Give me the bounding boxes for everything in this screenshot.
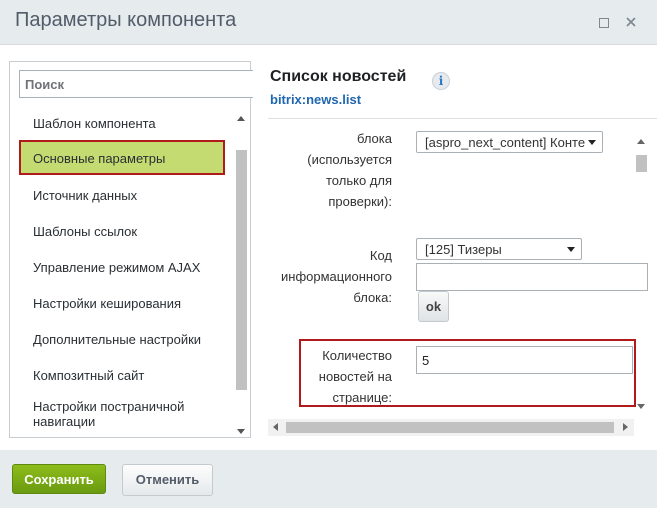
sidebar-item-additional[interactable]: Дополнительные настройки xyxy=(33,332,201,347)
scroll-left-arrow-icon[interactable] xyxy=(273,423,278,431)
dialog-body: Шаблон компонента Основные параметры Ист… xyxy=(0,44,657,450)
sidebar-item-pagination[interactable]: Настройки постраничной навигации xyxy=(33,399,213,429)
iblock-id-input[interactable] xyxy=(416,263,648,291)
ok-button[interactable]: ok xyxy=(418,291,449,322)
sidebar-item-url-templates[interactable]: Шаблоны ссылок xyxy=(33,224,137,239)
sidebar-scrollbar[interactable] xyxy=(233,114,250,437)
news-count-input[interactable]: 5 xyxy=(416,346,633,374)
sidebar-item-cache[interactable]: Настройки кеширования xyxy=(33,296,181,311)
iblock-id-select[interactable]: [125] Тизеры xyxy=(416,238,582,260)
scroll-up-arrow-icon[interactable] xyxy=(637,139,645,144)
scroll-thumb[interactable] xyxy=(286,422,614,433)
iblock-type-select[interactable]: [aspro_next_content] Конте xyxy=(416,131,603,153)
dialog-titlebar: Параметры компонента xyxy=(0,0,657,44)
maximize-icon[interactable] xyxy=(596,15,610,29)
news-count-label: Количество новостей на странице: xyxy=(318,348,392,405)
scroll-thumb[interactable] xyxy=(236,150,247,390)
sidebar-item-data-source[interactable]: Источник данных xyxy=(33,188,137,203)
info-icon[interactable]: i xyxy=(432,72,450,90)
iblock-type-label: блока (используется только для проверки)… xyxy=(307,131,392,209)
dropdown-caret-icon xyxy=(588,140,596,145)
component-code: bitrix:news.list xyxy=(270,92,362,107)
sidebar-item-main-params[interactable]: Основные параметры xyxy=(19,140,225,175)
content-horizontal-scrollbar[interactable] xyxy=(268,419,634,436)
close-icon[interactable] xyxy=(624,15,638,29)
scroll-right-arrow-icon[interactable] xyxy=(623,423,628,431)
sidebar-item-composite[interactable]: Композитный сайт xyxy=(33,368,144,383)
scroll-up-arrow-icon[interactable] xyxy=(237,116,245,121)
parameter-groups-sidebar: Шаблон компонента Основные параметры Ист… xyxy=(9,61,253,438)
iblock-id-label: Код информационного блока: xyxy=(281,248,392,305)
scroll-down-arrow-icon[interactable] xyxy=(637,404,645,409)
component-title: Список новостей xyxy=(270,68,407,85)
save-button[interactable]: Сохранить xyxy=(12,464,106,494)
search-input[interactable] xyxy=(19,70,253,98)
scroll-thumb[interactable] xyxy=(636,155,647,172)
dialog-title: Параметры компонента xyxy=(15,9,237,31)
group-list: Шаблон компонента Основные параметры Ист… xyxy=(10,108,232,438)
content-vertical-scrollbar[interactable] xyxy=(633,119,650,409)
scroll-down-arrow-icon[interactable] xyxy=(237,429,245,434)
cancel-button[interactable]: Отменить xyxy=(122,464,213,496)
sidebar-item-template[interactable]: Шаблон компонента xyxy=(33,116,156,131)
parameters-form: блока (используется только для проверки)… xyxy=(268,119,648,433)
sidebar-item-ajax[interactable]: Управление режимом AJAX xyxy=(33,260,200,275)
dropdown-caret-icon xyxy=(567,247,575,252)
